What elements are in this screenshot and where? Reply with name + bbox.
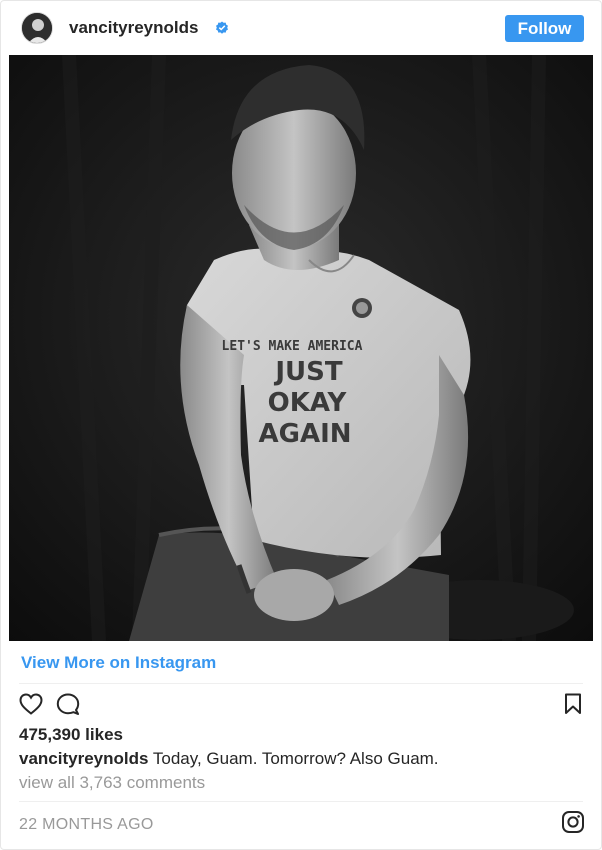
comment-bubble-icon[interactable] [56, 693, 80, 715]
heart-icon[interactable] [19, 693, 43, 715]
caption-text: Today, Guam. Tomorrow? Also Guam. [152, 749, 439, 768]
post-timestamp: 22 MONTHS AGO [19, 816, 154, 833]
caption: vancityreynolds Today, Guam. Tomorrow? A… [19, 749, 439, 769]
divider [19, 801, 583, 802]
shirt-text-line-4: AGAIN [258, 419, 351, 449]
divider [19, 683, 583, 684]
shirt-text-line-2: JUST [273, 357, 343, 387]
post-photo[interactable]: LET'S MAKE AMERICA JUST OKAY AGAIN [9, 55, 593, 641]
bookmark-icon[interactable] [564, 693, 582, 715]
shirt-text-line-3: OKAY [268, 388, 348, 418]
shirt-text-line-1: LET'S MAKE AMERICA [222, 339, 363, 354]
view-comments-link[interactable]: view all 3,763 comments [19, 773, 205, 793]
instagram-logo-icon[interactable] [561, 810, 585, 834]
avatar[interactable] [21, 12, 53, 44]
caption-username[interactable]: vancityreynolds [19, 749, 148, 768]
likes-count[interactable]: 475,390 likes [19, 725, 123, 745]
instagram-embed: vancityreynolds Follow LET'S MAKE AMERIC… [0, 0, 602, 850]
follow-button[interactable]: Follow [505, 15, 584, 42]
username[interactable]: vancityreynolds [69, 17, 198, 39]
post-header: vancityreynolds Follow [1, 1, 601, 55]
view-more-link[interactable]: View More on Instagram [21, 653, 216, 673]
verified-badge-icon [216, 21, 228, 34]
